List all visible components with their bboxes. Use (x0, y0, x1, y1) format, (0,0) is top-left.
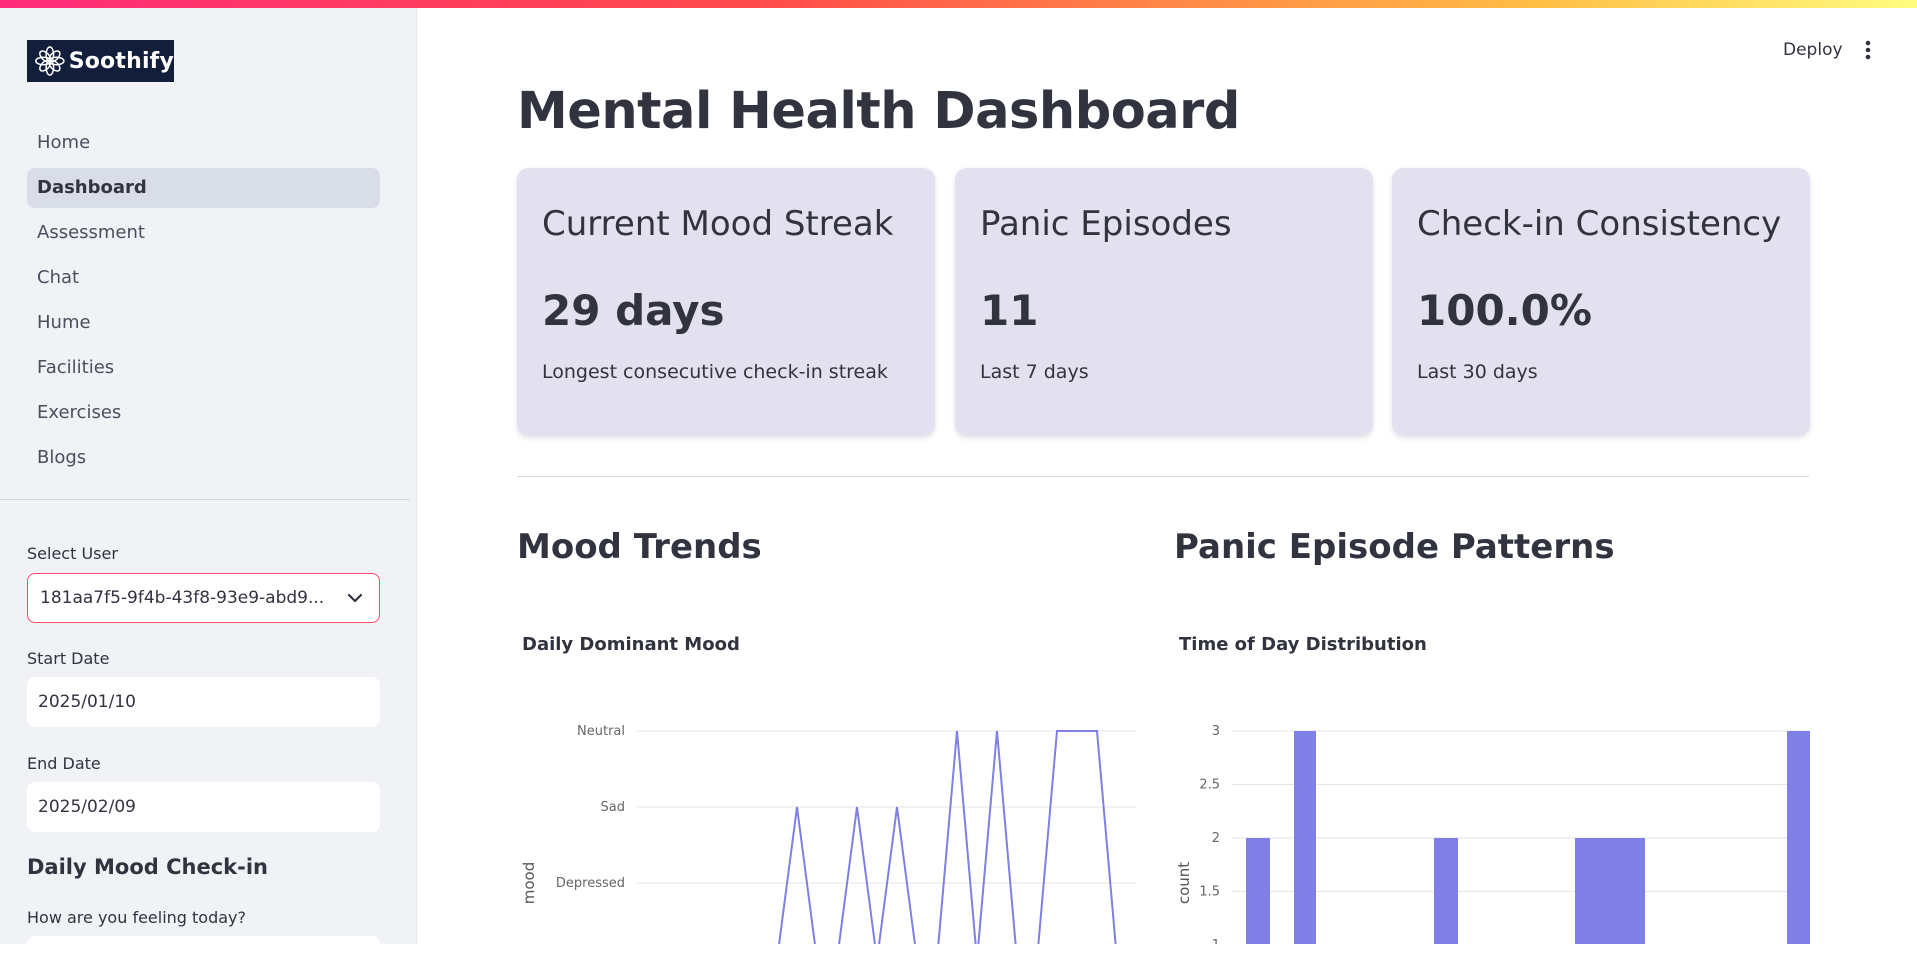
section-divider (517, 476, 1809, 477)
sidebar-item-chat[interactable]: Chat (27, 258, 380, 298)
y-tick-label: 2 (1212, 831, 1220, 846)
bar (1575, 838, 1645, 944)
lotus-icon (35, 46, 65, 76)
sidebar: Soothify Home Dashboard Assessment Chat Hume… (0, 8, 417, 956)
user-select-value: 181aa7f5-9f4b-43f8-93e9-abd9... (40, 588, 325, 608)
sidebar-item-assessment[interactable]: Assessment (27, 213, 380, 253)
metric-card-panic: Panic Episodes 11 Last 7 days (955, 168, 1373, 436)
y-tick-label: Neutral (577, 724, 625, 739)
mood-line-chart[interactable]: Depressed Sad Neutral mood (517, 700, 1137, 944)
sidebar-item-hume[interactable]: Hume (27, 303, 380, 343)
bar (1787, 731, 1810, 944)
sidebar-nav: Home Dashboard Assessment Chat Hume Facilitie… (27, 123, 380, 483)
mood-trends-heading: Mood Trends (517, 527, 762, 567)
metric-subtitle: Last 30 days (1417, 361, 1538, 383)
select-user-label: Select User (27, 544, 118, 563)
app-logo[interactable]: Soothify (27, 40, 174, 82)
y-axis-label: count (1175, 862, 1193, 904)
y-tick-label: Sad (601, 800, 625, 815)
metric-card-consistency: Check-in Consistency 100.0% Last 30 days (1392, 168, 1810, 436)
panic-patterns-heading: Panic Episode Patterns (1174, 527, 1615, 567)
app-name: Soothify (68, 48, 174, 74)
end-date-label: End Date (27, 754, 101, 773)
sidebar-item-home[interactable]: Home (27, 123, 380, 163)
sidebar-item-blogs[interactable]: Blogs (27, 438, 380, 478)
panic-chart-title: Time of Day Distribution (1179, 634, 1427, 655)
vertical-dots-icon[interactable] (1860, 38, 1876, 62)
start-date-label: Start Date (27, 649, 110, 668)
metric-subtitle: Last 7 days (980, 361, 1089, 383)
metric-value: 11 (980, 286, 1039, 335)
panic-bar-chart[interactable]: 3 2.5 2 1.5 1 count (1170, 700, 1815, 944)
deploy-button[interactable]: Deploy (1783, 40, 1843, 60)
y-tick-label: 3 (1212, 724, 1220, 739)
metric-title: Panic Episodes (980, 204, 1232, 244)
y-tick-label: 1 (1212, 938, 1220, 944)
sidebar-item-exercises[interactable]: Exercises (27, 393, 380, 433)
metric-title: Check-in Consistency (1417, 204, 1782, 244)
y-tick-label: 2.5 (1199, 778, 1220, 793)
sidebar-item-dashboard[interactable]: Dashboard (27, 168, 380, 208)
user-select[interactable]: 181aa7f5-9f4b-43f8-93e9-abd9... (27, 573, 380, 623)
mood-input[interactable] (27, 936, 380, 956)
top-accent-bar (0, 0, 1917, 8)
end-date-input[interactable]: 2025/02/09 (27, 782, 380, 832)
mood-series-line (778, 730, 1117, 944)
metric-value: 100.0% (1417, 286, 1592, 335)
metric-card-streak: Current Mood Streak 29 days Longest cons… (517, 168, 935, 436)
start-date-input[interactable]: 2025/01/10 (27, 677, 380, 727)
sidebar-divider (0, 499, 410, 500)
mood-chart-title: Daily Dominant Mood (522, 634, 740, 655)
page-title: Mental Health Dashboard (517, 82, 1240, 141)
bar (1434, 838, 1458, 944)
y-tick-label: 1.5 (1199, 885, 1220, 900)
sidebar-item-facilities[interactable]: Facilities (27, 348, 380, 388)
metric-title: Current Mood Streak (542, 204, 894, 244)
y-tick-label: Depressed (556, 876, 625, 891)
bar (1294, 731, 1316, 944)
checkin-heading: Daily Mood Check-in (27, 855, 268, 879)
bar (1246, 838, 1270, 944)
chevron-down-icon (347, 593, 363, 603)
metric-value: 29 days (542, 286, 725, 335)
metric-subtitle: Longest consecutive check-in streak (542, 361, 888, 383)
checkin-question: How are you feeling today? (27, 908, 247, 927)
y-axis-label: mood (520, 862, 538, 905)
